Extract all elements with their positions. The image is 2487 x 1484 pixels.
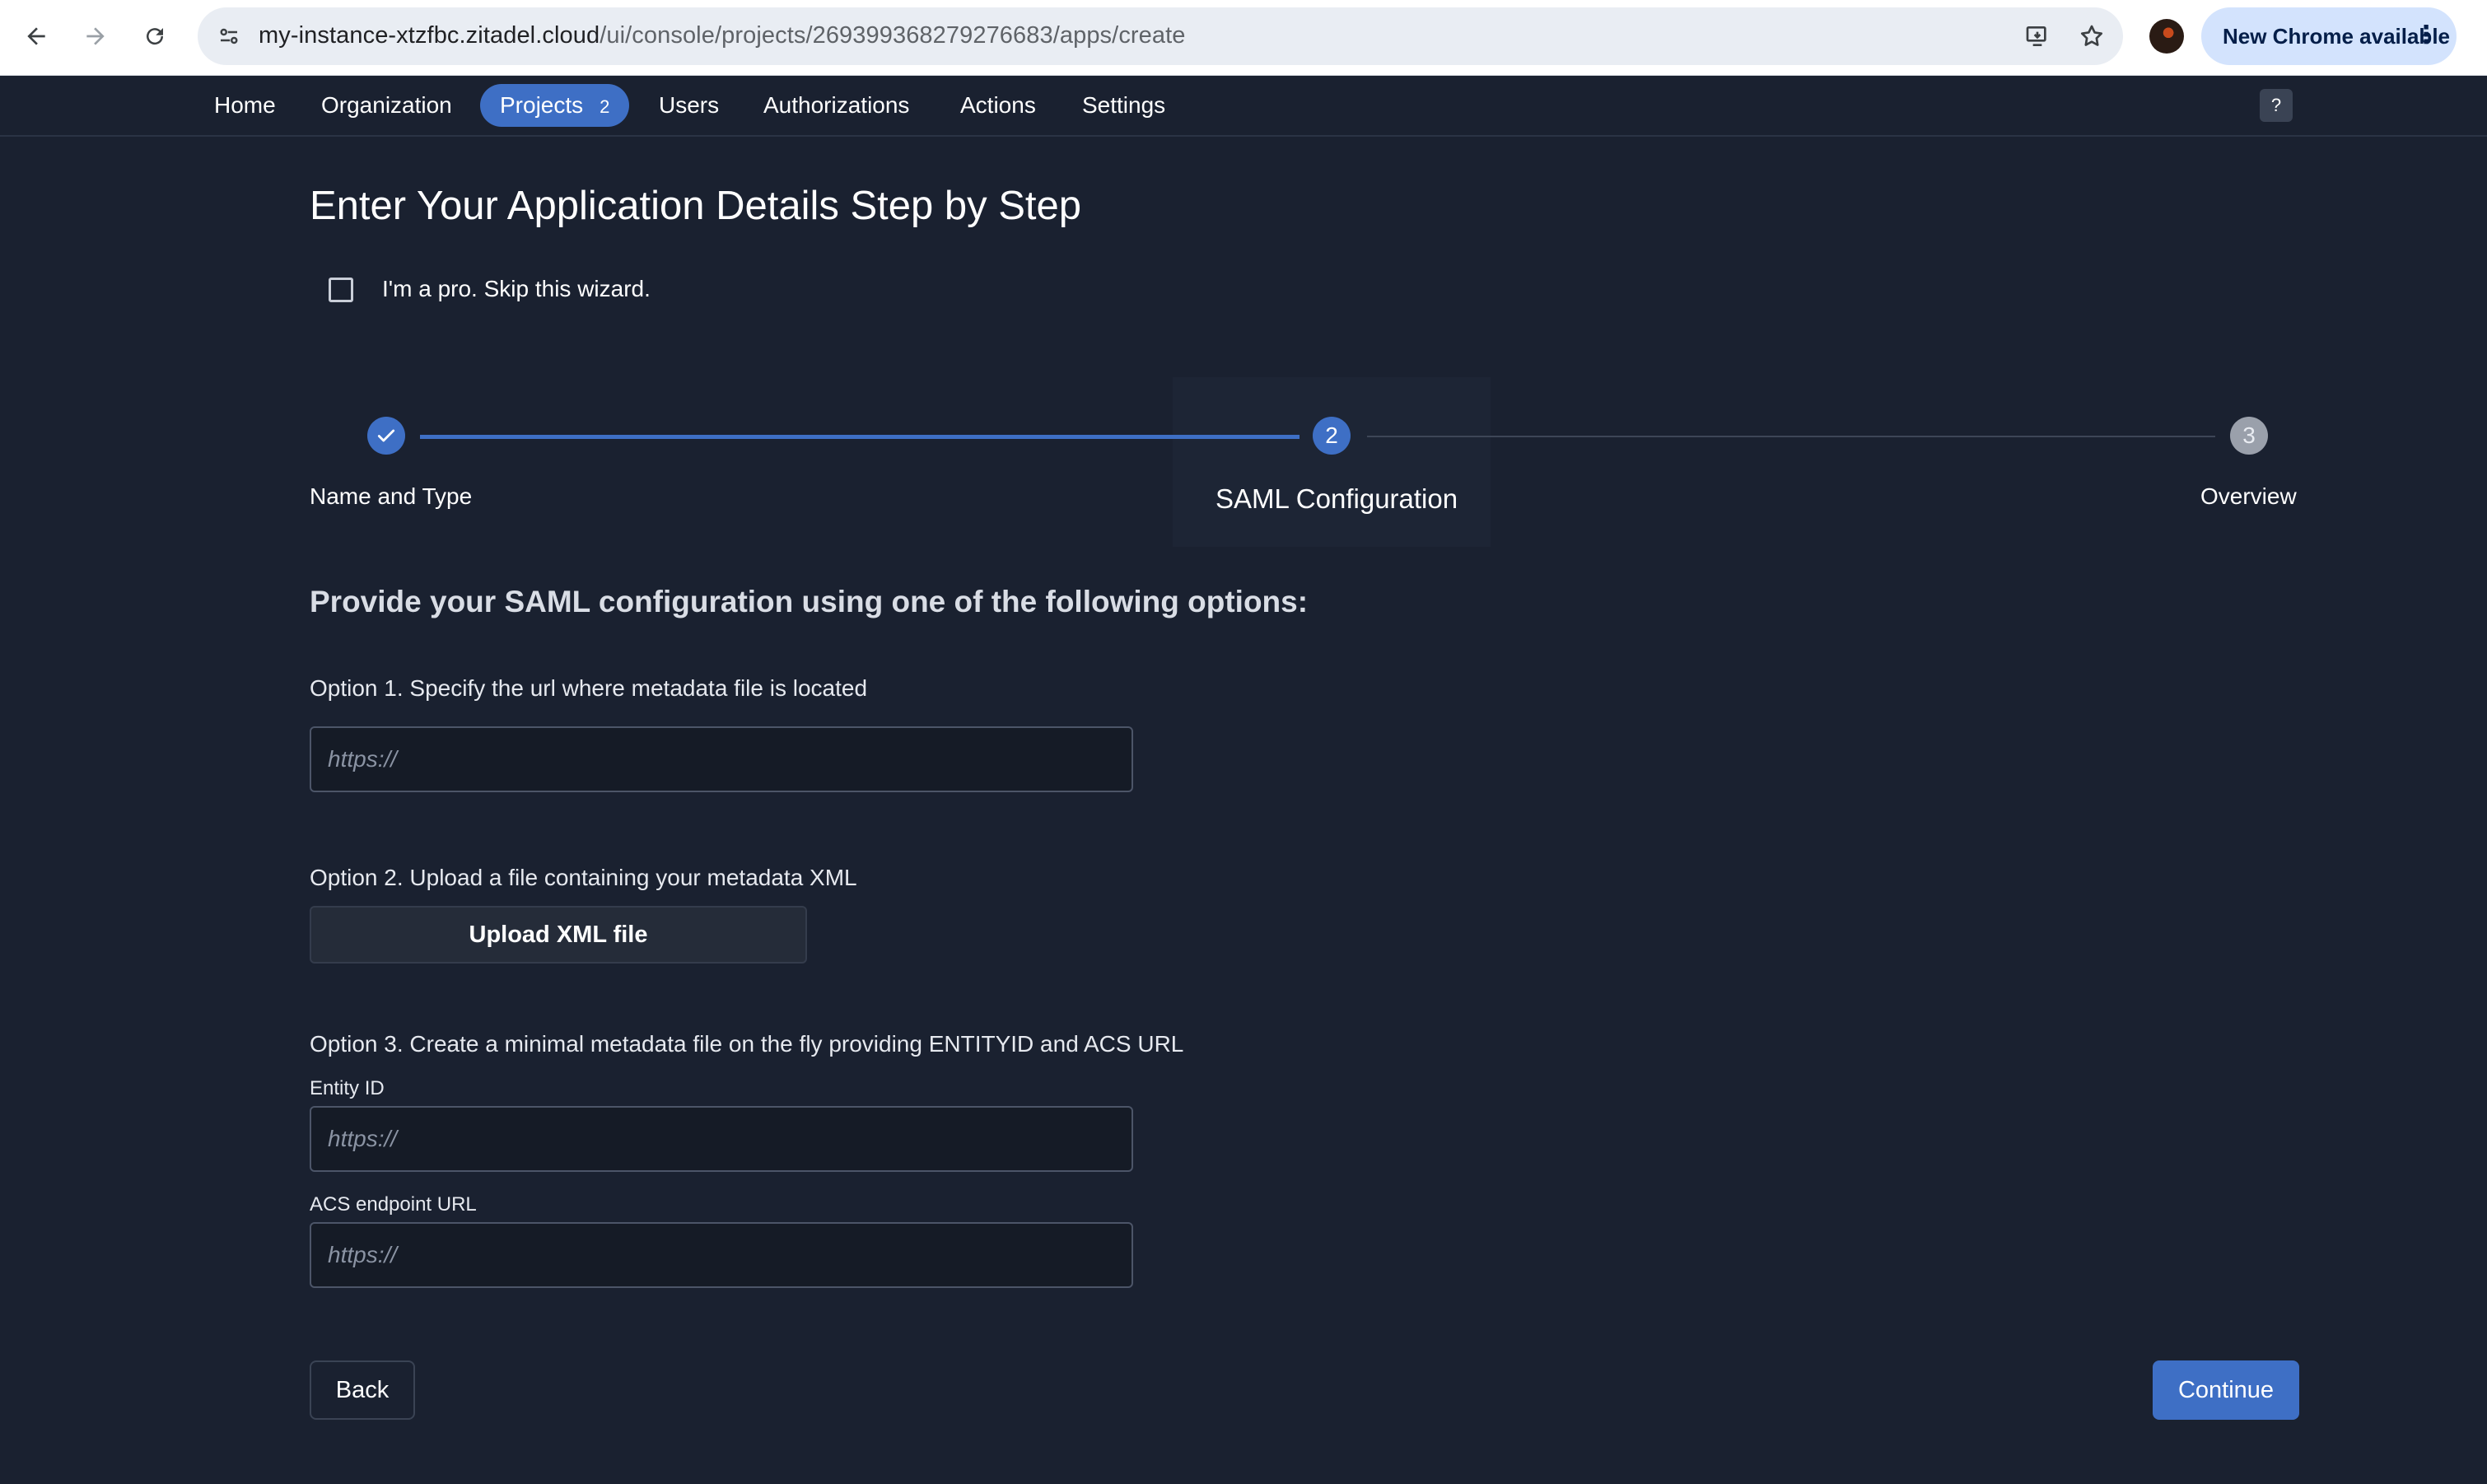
chrome-update-button[interactable]: New Chrome available ⋮	[2201, 7, 2457, 65]
nav-users[interactable]: Users	[659, 84, 719, 127]
step-3-label: Overview	[2200, 483, 2297, 509]
projects-count-badge: 2	[600, 96, 610, 117]
browser-toolbar: my-instance-xtzfbc.zitadel.cloud/ui/cons…	[0, 0, 2487, 76]
url-text: my-instance-xtzfbc.zitadel.cloud/ui/cons…	[259, 22, 1186, 49]
skip-wizard-checkbox[interactable]	[329, 278, 353, 302]
step-2-indicator[interactable]: 2	[1313, 417, 1351, 455]
entity-id-label: Entity ID	[310, 1077, 385, 1099]
address-bar[interactable]: my-instance-xtzfbc.zitadel.cloud/ui/cons…	[198, 7, 2123, 65]
option3-label: Option 3. Create a minimal metadata file…	[310, 1031, 1184, 1057]
acs-url-label: ACS endpoint URL	[310, 1193, 477, 1216]
help-button[interactable]: ?	[2260, 89, 2293, 122]
upload-xml-button[interactable]: Upload XML file	[310, 906, 807, 964]
step-1-check-icon[interactable]	[367, 417, 405, 455]
main-navigation: Home Organization Projects 2 Users Author…	[0, 76, 2487, 137]
more-menu-icon[interactable]: ⋮	[2414, 21, 2438, 50]
option2-label: Option 2. Upload a file containing your …	[310, 865, 857, 890]
nav-home[interactable]: Home	[214, 84, 276, 127]
metadata-url-input[interactable]	[310, 726, 1133, 792]
nav-projects[interactable]: Projects 2	[480, 84, 630, 127]
step-2-label[interactable]: SAML Configuration	[1216, 483, 1458, 515]
nav-actions[interactable]: Actions	[960, 84, 1036, 127]
forward-arrow-icon[interactable]	[71, 12, 120, 61]
url-host: my-instance-xtzfbc.zitadel.cloud	[259, 22, 600, 49]
step-3-indicator: 3	[2230, 417, 2268, 455]
current-step-highlight	[1173, 377, 1491, 547]
url-path: /ui/console/projects/269399368279276683/…	[600, 22, 1186, 49]
page-title: Enter Your Application Details Step by S…	[310, 184, 1082, 228]
reload-icon[interactable]	[130, 12, 180, 61]
acs-url-input[interactable]	[310, 1222, 1133, 1288]
skip-wizard-label[interactable]: I'm a pro. Skip this wizard.	[382, 276, 651, 302]
option1-label: Option 1. Specify the url where metadata…	[310, 675, 868, 701]
continue-button[interactable]: Continue	[2153, 1360, 2299, 1420]
stepper-remaining-line	[1367, 436, 2215, 437]
profile-avatar[interactable]	[2149, 19, 2184, 54]
nav-organization[interactable]: Organization	[321, 84, 452, 127]
step-1-label[interactable]: Name and Type	[310, 483, 472, 510]
saml-section-title: Provide your SAML configuration using on…	[310, 585, 1309, 618]
nav-settings[interactable]: Settings	[1082, 84, 1165, 127]
install-app-icon[interactable]	[2021, 20, 2054, 53]
bookmark-star-icon[interactable]	[2075, 20, 2108, 53]
stepper-progress-line	[420, 435, 1299, 439]
back-button[interactable]: Back	[310, 1360, 415, 1420]
entity-id-input[interactable]	[310, 1106, 1133, 1172]
nav-projects-label: Projects	[500, 92, 584, 118]
nav-authorizations[interactable]: Authorizations	[763, 84, 909, 127]
back-arrow-icon[interactable]	[12, 12, 61, 61]
site-settings-icon[interactable]	[212, 20, 245, 53]
